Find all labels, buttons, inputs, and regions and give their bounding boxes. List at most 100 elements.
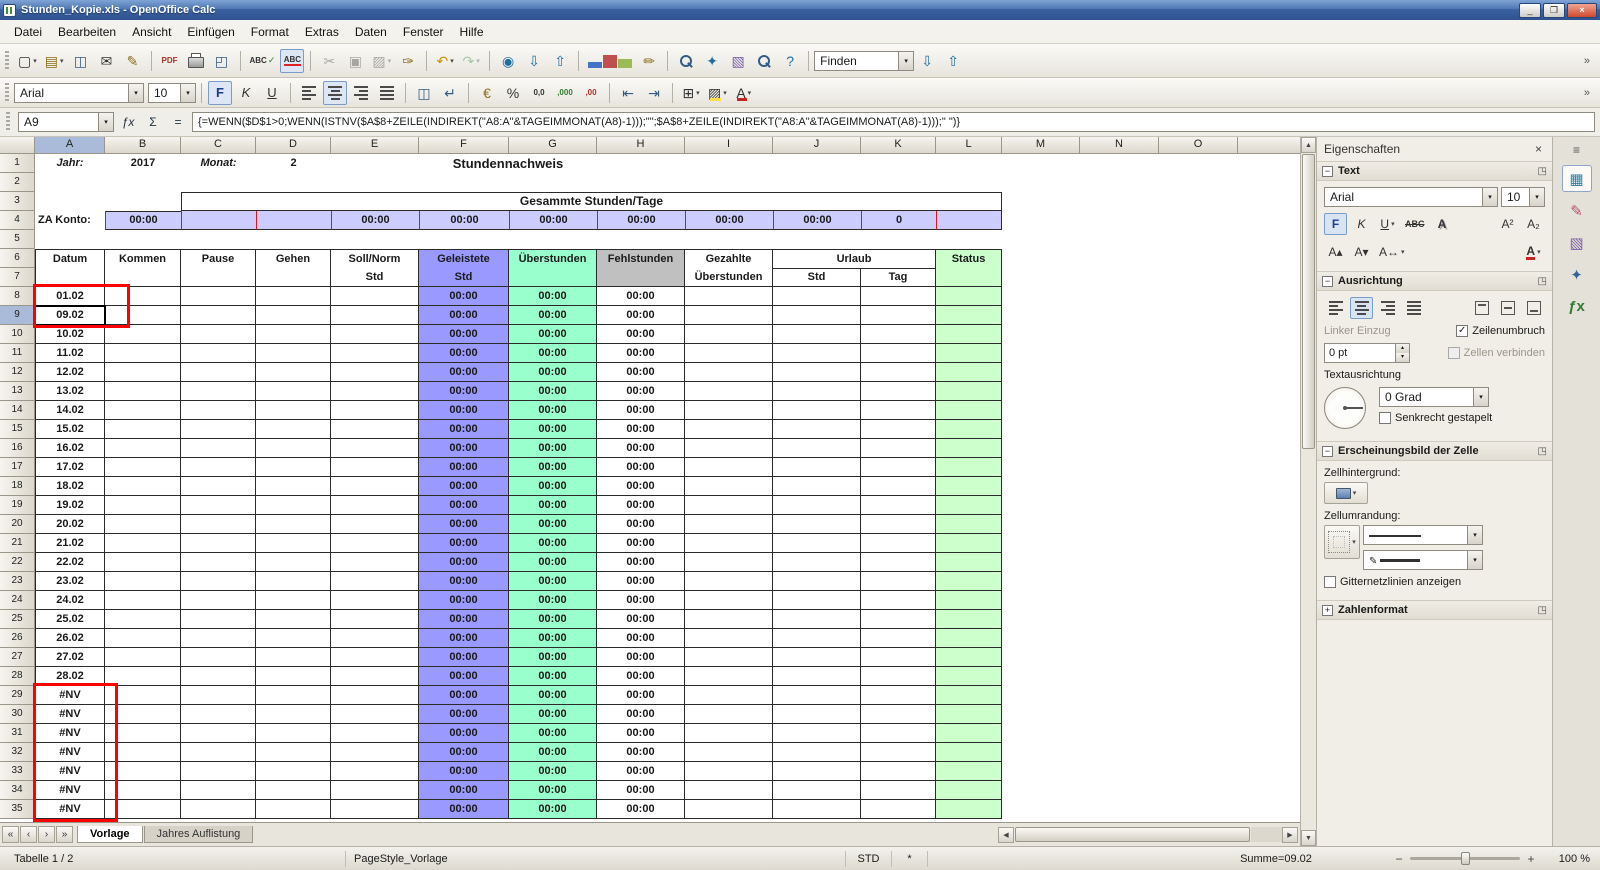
decrease-indent-button[interactable]: ⇤ [616, 81, 640, 105]
cell-K16[interactable] [861, 439, 936, 458]
merge-cells-button[interactable]: ◫ [412, 81, 436, 105]
spinner-arrows-icon[interactable]: ▴▾ [1395, 344, 1409, 362]
cell-C29[interactable] [181, 686, 256, 705]
cell-J30[interactable] [773, 705, 861, 724]
paste-dropdown-icon[interactable]: ▾ [388, 57, 392, 65]
cell-E21[interactable] [331, 534, 419, 553]
cell-G20[interactable]: 00:00 [509, 515, 597, 534]
cell-A21[interactable]: 21.02 [35, 534, 105, 553]
cell-F24[interactable]: 00:00 [419, 591, 509, 610]
row-header-28[interactable]: 28 [0, 667, 35, 686]
cell-G27[interactable]: 00:00 [509, 648, 597, 667]
row-header-22[interactable]: 22 [0, 553, 35, 572]
scroll-left-icon[interactable]: ◀ [998, 827, 1014, 843]
cell-E12[interactable] [331, 363, 419, 382]
cell-I35[interactable] [685, 800, 773, 819]
find-replace-button[interactable] [674, 49, 698, 73]
cell-E29[interactable] [331, 686, 419, 705]
align-right-button[interactable] [349, 81, 373, 105]
cell-H25[interactable]: 00:00 [597, 610, 685, 629]
sum-button[interactable]: Σ [142, 112, 164, 132]
row-header-10[interactable]: 10 [0, 325, 35, 344]
cell-H18[interactable]: 00:00 [597, 477, 685, 496]
cell-J4[interactable]: 00:00 [773, 211, 861, 230]
cell-A16[interactable]: 16.02 [35, 439, 105, 458]
open-document-dropdown-icon[interactable]: ▾ [60, 57, 64, 65]
cell-K17[interactable] [861, 458, 936, 477]
cell-A29[interactable]: #NV [35, 686, 105, 705]
cell-F25[interactable]: 00:00 [419, 610, 509, 629]
cell-H26[interactable]: 00:00 [597, 629, 685, 648]
cell-D24[interactable] [256, 591, 331, 610]
redo-dropdown-icon[interactable]: ▾ [476, 57, 480, 65]
header-soll-norm-std[interactable]: Soll/NormStd [331, 249, 419, 287]
cell-A19[interactable]: 19.02 [35, 496, 105, 515]
cell-J14[interactable] [773, 401, 861, 420]
cell-J12[interactable] [773, 363, 861, 382]
cell-L22[interactable] [936, 553, 1002, 572]
column-header-D[interactable]: D [256, 137, 331, 154]
cell-L29[interactable] [936, 686, 1002, 705]
cell-C14[interactable] [181, 401, 256, 420]
cell-K25[interactable] [861, 610, 936, 629]
cell-I20[interactable] [685, 515, 773, 534]
cell-C11[interactable] [181, 344, 256, 363]
cell-K9[interactable] [861, 306, 936, 325]
cell-G10[interactable]: 00:00 [509, 325, 597, 344]
number-format-currency-button[interactable]: € [475, 81, 499, 105]
gallery-button[interactable]: ▧ [726, 49, 750, 73]
row-header-8[interactable]: 8 [0, 287, 35, 306]
toolbar-overflow-button[interactable]: » [1578, 55, 1596, 67]
cell-E10[interactable] [331, 325, 419, 344]
cell-E32[interactable] [331, 743, 419, 762]
rotation-degrees-combo[interactable]: 0 Grad ▾ [1379, 387, 1489, 407]
cell-F21[interactable]: 00:00 [419, 534, 509, 553]
cell-H31[interactable]: 00:00 [597, 724, 685, 743]
cell-J27[interactable] [773, 648, 861, 667]
background-color-button[interactable]: ▨▾ [705, 81, 730, 105]
cell-K20[interactable] [861, 515, 936, 534]
column-header-E[interactable]: E [331, 137, 419, 154]
header-fehlstunden[interactable]: Fehlstunden [597, 249, 685, 287]
sidebar-shadow-button[interactable]: A [1431, 213, 1454, 235]
cell-C13[interactable] [181, 382, 256, 401]
page-preview-button[interactable]: ◰ [210, 49, 234, 73]
cell-K24[interactable] [861, 591, 936, 610]
menu-fenster[interactable]: Fenster [395, 22, 452, 42]
collapse-icon[interactable]: − [1322, 446, 1333, 457]
column-header-I[interactable]: I [685, 137, 773, 154]
row-header-3[interactable]: 3 [0, 192, 35, 211]
cell-D29[interactable] [256, 686, 331, 705]
cell-G11[interactable]: 00:00 [509, 344, 597, 363]
cell-I21[interactable] [685, 534, 773, 553]
align-justify-button[interactable] [375, 81, 399, 105]
vertical-scroll-thumb[interactable] [1302, 154, 1315, 449]
section-header-number-format[interactable]: + Zahlenformat ◳ [1317, 600, 1552, 620]
help-button[interactable]: ? [778, 49, 802, 73]
horizontal-scroll-track[interactable] [1251, 827, 1282, 842]
toolbar-drag-handle[interactable] [5, 51, 9, 71]
cell-C32[interactable] [181, 743, 256, 762]
cell-G30[interactable]: 00:00 [509, 705, 597, 724]
header-gehen[interactable]: Gehen [256, 249, 331, 287]
styles-deck-icon[interactable]: ✎ [1562, 197, 1592, 224]
cell-F12[interactable]: 00:00 [419, 363, 509, 382]
cell-B8[interactable] [105, 287, 181, 306]
section-header-alignment[interactable]: − Ausrichtung ◳ [1317, 271, 1552, 291]
cell-H9[interactable]: 00:00 [597, 306, 685, 325]
cell-E26[interactable] [331, 629, 419, 648]
cell-D30[interactable] [256, 705, 331, 724]
cell-K15[interactable] [861, 420, 936, 439]
cell-L14[interactable] [936, 401, 1002, 420]
cell-K26[interactable] [861, 629, 936, 648]
select-all-corner[interactable] [0, 137, 35, 154]
cell-D18[interactable] [256, 477, 331, 496]
cell-I23[interactable] [685, 572, 773, 591]
cell-K8[interactable] [861, 287, 936, 306]
add-decimal-place-button[interactable]: ,000 [553, 81, 577, 105]
menu-format[interactable]: Format [243, 22, 297, 42]
cell-D21[interactable] [256, 534, 331, 553]
cell-J21[interactable] [773, 534, 861, 553]
scroll-right-icon[interactable]: ▶ [1282, 827, 1298, 843]
cell-B13[interactable] [105, 382, 181, 401]
